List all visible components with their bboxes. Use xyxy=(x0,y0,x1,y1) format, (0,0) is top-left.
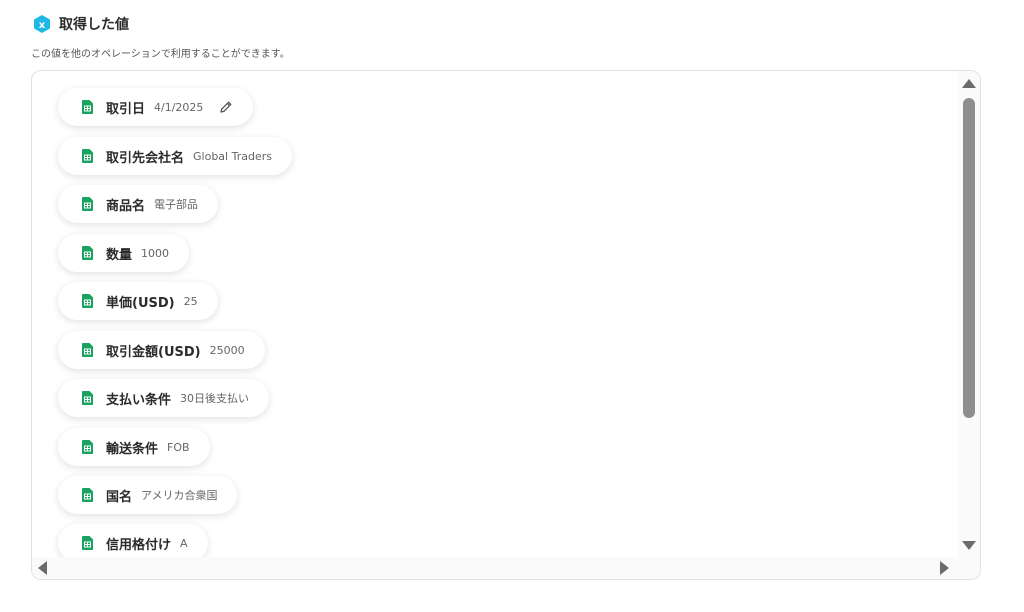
value-item-label: 信用格付け xyxy=(106,537,172,553)
value-item-quantity[interactable]: 数量 1000 xyxy=(58,234,190,272)
value-item-credit-rating[interactable]: 信用格付け A xyxy=(58,524,208,557)
scroll-down-arrow-icon[interactable] xyxy=(962,541,976,550)
value-item-transaction-amount[interactable]: 取引金額(USD) 25000 xyxy=(58,331,265,369)
value-item-value: アメリカ合衆国 xyxy=(141,489,218,502)
value-item-value: 4/1/2025 xyxy=(154,100,204,114)
scrollbar-corner xyxy=(958,557,980,579)
value-item-label: 単価(USD) xyxy=(106,295,175,311)
horizontal-scrollbar[interactable] xyxy=(32,557,958,579)
spreadsheet-icon xyxy=(82,391,93,405)
spreadsheet-icon xyxy=(82,100,93,114)
spreadsheet-icon xyxy=(82,246,93,260)
value-item-transaction-date[interactable]: 取引日 4/1/2025 xyxy=(58,88,254,126)
value-item-value: 電子部品 xyxy=(154,198,199,211)
vertical-scrollbar[interactable] xyxy=(958,71,980,557)
spreadsheet-icon xyxy=(82,536,93,550)
spreadsheet-icon xyxy=(82,294,93,308)
value-item-payment-terms[interactable]: 支払い条件 30日後支払い xyxy=(58,379,270,417)
spreadsheet-icon xyxy=(82,343,93,357)
value-item-value: 25 xyxy=(183,294,198,308)
value-item-label: 国名 xyxy=(106,489,133,505)
section-title: 取得した値 xyxy=(59,17,129,33)
values-list: 取引日 4/1/2025 取引先会社名 Global Traders 商品名 電… xyxy=(32,71,957,557)
value-item-label: 取引金額(USD) xyxy=(106,344,201,360)
scroll-right-arrow-icon[interactable] xyxy=(940,561,949,575)
value-item-value: Global Traders xyxy=(193,149,272,163)
value-item-company-name[interactable]: 取引先会社名 Global Traders xyxy=(58,137,292,175)
spreadsheet-icon xyxy=(82,197,93,211)
x-hexagon-icon: x xyxy=(34,15,50,33)
scroll-left-arrow-icon[interactable] xyxy=(38,561,47,575)
value-item-label: 数量 xyxy=(106,247,133,263)
value-item-unit-price[interactable]: 単価(USD) 25 xyxy=(58,282,218,320)
spreadsheet-icon xyxy=(82,440,93,454)
values-panel: 取引日 4/1/2025 取引先会社名 Global Traders 商品名 電… xyxy=(31,70,981,580)
spreadsheet-icon xyxy=(82,149,93,163)
value-item-product-name[interactable]: 商品名 電子部品 xyxy=(58,185,219,223)
value-item-country[interactable]: 国名 アメリカ合衆国 xyxy=(58,476,238,514)
section-description: この値を他のオペレーションで利用することができます。 xyxy=(31,49,290,60)
value-item-label: 輸送条件 xyxy=(106,441,159,457)
value-item-value: 30日後支払い xyxy=(180,392,250,405)
value-item-value: FOB xyxy=(167,440,190,454)
spreadsheet-icon xyxy=(82,488,93,502)
svg-text:x: x xyxy=(39,20,46,31)
value-item-value: A xyxy=(180,536,188,550)
value-item-label: 取引先会社名 xyxy=(106,150,185,166)
vertical-scroll-thumb[interactable] xyxy=(963,98,975,418)
value-item-value: 25000 xyxy=(209,343,245,357)
value-item-label: 商品名 xyxy=(106,198,146,214)
value-item-label: 取引日 xyxy=(106,101,146,117)
scroll-up-arrow-icon[interactable] xyxy=(962,79,976,88)
pencil-icon[interactable] xyxy=(219,100,233,114)
value-item-value: 1000 xyxy=(141,246,170,260)
section-header: x 取得した値 xyxy=(32,14,129,34)
value-item-label: 支払い条件 xyxy=(106,392,172,408)
value-item-shipping-terms[interactable]: 輸送条件 FOB xyxy=(58,428,210,466)
